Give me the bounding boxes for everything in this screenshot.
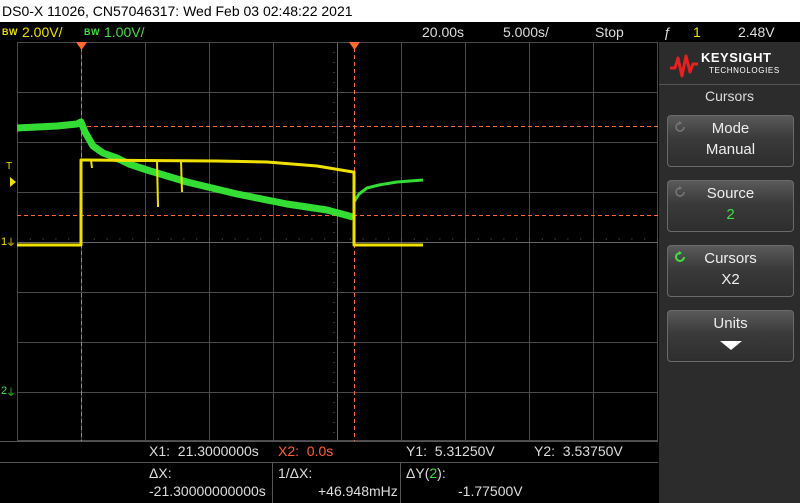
readout-divider [0,441,658,442]
channel-1-scale[interactable]: BW 2.00V/ [2,22,62,42]
horizontal-time-per-div[interactable]: 5.000s/ [503,22,549,42]
channel-2-scale[interactable]: BW 1.00V/ [84,22,144,42]
run-state: Stop [595,24,624,40]
trigger-edge-icon: ƒ [663,24,671,40]
scope-status-bar: BW 2.00V/ BW 1.00V/ 20.00s 5.000s/ Stop ƒ … [0,22,800,42]
softkey-source[interactable]: Source 2 [667,180,794,232]
softkey-units[interactable]: Units [667,310,794,362]
ch1-bandwidth-limit: BW [2,27,18,37]
trigger-source: 1 [693,24,701,40]
softkey-panel: KEYSIGHT TECHNOLOGIES Cursors Mode Manua… [659,42,800,503]
waveform-display[interactable] [17,42,658,441]
panel-divider [659,84,800,85]
softkey-mode-label: Mode [711,120,750,137]
x1-label: X1: [149,443,171,459]
readout-column-divider [272,463,273,503]
x1-readout: X1: 21.3000000s [149,443,259,459]
softkey-source-value: 2 [726,206,735,223]
delta-x-value: -21.30000000000s [149,483,266,499]
ch1-ground-icon: ⏚ [6,238,16,249]
softkey-source-label: Source [706,185,755,202]
y1-label: Y1: [406,443,428,459]
delta-y-label: ΔY(2): [406,465,446,481]
brand-name: KEYSIGHT [701,50,772,65]
inverse-delta-x-value: +46.948mHz [318,483,398,499]
y2-readout: Y2: 3.53750V [534,443,623,459]
trigger-level-marker: T [6,161,13,172]
y2-value: 3.53750V [562,443,623,459]
ch2-ground-icon: ⏚ [6,388,16,399]
ch1-volts-per-div: 2.00V/ [22,24,63,40]
y1-value: 5.31250V [434,443,495,459]
window-title-bar: DS0-X 11026, CN57046317: Wed Feb 03 02:4… [0,0,800,22]
softkey-mode[interactable]: Mode Manual [667,115,794,167]
softkey-cursors-value: X2 [721,271,740,288]
y2-label: Y2: [534,443,556,459]
x2-label: X2: [278,443,300,459]
cursor-readout: X1: 21.3000000s X2: 0.0s Y1: 5.31250V Y2… [0,441,658,503]
window-title: DS0-X 11026, CN57046317: Wed Feb 03 02:4… [2,3,353,19]
delta-x-label: ΔX: [149,465,172,481]
trigger-level: 2.48V [738,24,775,40]
down-arrow-icon [720,341,742,350]
x2-value: 0.0s [306,443,334,459]
horizontal-position[interactable]: 20.00s [422,22,464,42]
x2-readout: X2: 0.0s [278,443,333,459]
softkey-mode-value: Manual [705,141,756,158]
ch2-volts-per-div: 1.00V/ [104,24,145,40]
softkey-cursors[interactable]: Cursors X2 [667,245,794,297]
softkey-cursors-label: Cursors [704,250,757,267]
keysight-logo-icon [669,50,699,80]
delta-y-prefix: ΔY( [406,465,430,481]
menu-title: Cursors [704,88,754,104]
softkey-units-label: Units [713,315,748,332]
delta-y-suffix: ): [437,465,446,481]
x1-value: 21.3000000s [177,443,259,459]
ch2-bandwidth-limit: BW [84,27,100,37]
readout-divider-2 [0,462,658,463]
readout-column-divider-2 [400,463,401,503]
y1-readout: Y1: 5.31250V [406,443,495,459]
delta-y-value: -1.77500V [458,483,523,499]
delta-y-channel: 2 [429,465,438,481]
brand-subtitle: TECHNOLOGIES [709,66,780,75]
inverse-delta-x-label: 1/ΔX: [278,465,313,481]
trigger-level-arrow-icon [10,177,16,187]
